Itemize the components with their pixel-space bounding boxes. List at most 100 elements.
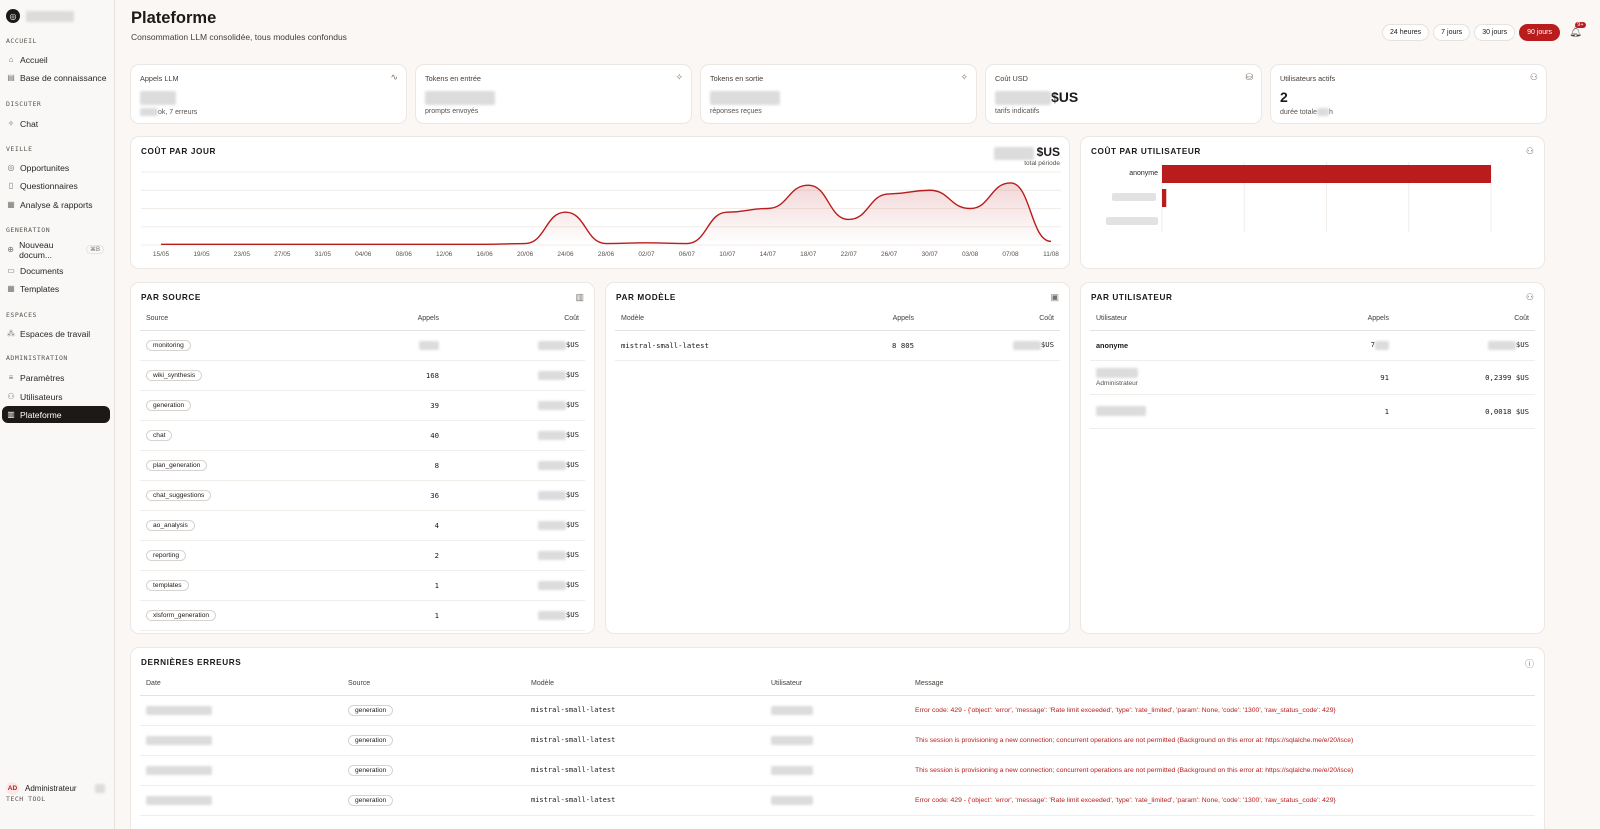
range-button-24-heures[interactable]: 24 heures: [1382, 24, 1430, 41]
calls-cell: 91: [1315, 360, 1395, 395]
cost-redacted: [537, 460, 566, 470]
kpi-unit: $US: [1051, 89, 1079, 105]
users-icon: ⚇: [1529, 72, 1538, 82]
sliders-icon: ≡: [8, 372, 14, 382]
date-cell: [140, 755, 348, 786]
nav-section-label: VEILLE: [6, 145, 33, 153]
table-row: generation mistral-small-latest Error code…: [140, 695, 1535, 726]
model-cell: mistral-small-latest: [615, 330, 840, 361]
sidebar-item-base-de-connaissance[interactable]: ▤ Base de connaissance: [2, 69, 110, 86]
col-source: Source: [348, 673, 531, 696]
sidebar-item-param-tres[interactable]: ≡ Paramètres: [2, 369, 110, 386]
by-model-card: PAR MODÈLE ▣ Modèle Appels Coût mistral-…: [605, 282, 1070, 634]
user-menu[interactable]: AD Administrateur: [6, 782, 105, 795]
calls-cell: 1: [365, 600, 445, 631]
chart-icon: ▥: [7, 409, 15, 419]
source-tag: generation: [348, 734, 394, 746]
notifications-button[interactable]: 🔔︎ 9+: [1569, 22, 1586, 38]
template-icon: ▦: [7, 283, 15, 293]
kpi-value: [140, 89, 176, 106]
sidebar-item-nouveau-docum[interactable]: ⊕ Nouveau docum... ⌘B: [2, 240, 110, 260]
brand[interactable]: ◎: [6, 9, 74, 23]
cost-redacted: [537, 520, 566, 530]
notification-badge: 9+: [1575, 22, 1586, 28]
sidebar-item-templates[interactable]: ▦ Templates: [2, 280, 110, 297]
kpi-sub-text: prompts envoyés: [425, 108, 479, 115]
cost-redacted: [537, 580, 566, 590]
source-tag: chat_suggestions: [146, 489, 212, 501]
user-cell: [771, 725, 915, 756]
kpi-card: Utilisateurs actifs ⚇ 2 durée totale h: [1270, 64, 1547, 124]
x-tick-label: 08/06: [396, 251, 413, 258]
by-model-table: Modèle Appels Coût mistral-small-latest 8…: [615, 308, 1060, 361]
avatar: AD: [6, 782, 19, 795]
sidebar-item-documents[interactable]: ▭ Documents: [2, 262, 110, 279]
date-cell: [140, 725, 348, 756]
sidebar-item-accueil[interactable]: ⌂ Accueil: [2, 51, 110, 68]
cost-cell: $US: [920, 330, 1060, 361]
table-row: anonyme 7 $US: [1090, 330, 1535, 361]
x-tick-label: 19/05: [193, 251, 210, 258]
file-icon: ▯: [8, 180, 14, 190]
kpi-label: Tokens en sortie: [710, 74, 764, 83]
workspace-icon: ⁂: [7, 328, 15, 338]
kpi-label: Appels LLM: [140, 74, 179, 83]
range-button-30-jours[interactable]: 30 jours: [1474, 24, 1516, 41]
col-calls: Appels: [365, 308, 445, 331]
sidebar-item-espaces-de-travail[interactable]: ⁂ Espaces de travail: [2, 325, 110, 342]
sparkle-icon: ✧: [675, 72, 683, 82]
user-role: Administrateur: [1096, 379, 1138, 387]
user-cell: [771, 695, 915, 726]
coins-icon: ⛁: [1245, 72, 1253, 82]
col-source: Source: [140, 308, 365, 331]
range-button-7-jours[interactable]: 7 jours: [1433, 24, 1471, 41]
calls-cell: 8: [365, 450, 445, 481]
by-source-card: PAR SOURCE ▥ Source Appels Coût monitori…: [130, 282, 595, 634]
x-tick-label: 12/06: [436, 251, 453, 258]
table-row: generation mistral-small-latest This sessi…: [140, 755, 1535, 786]
by-user-card: PAR UTILISATEUR ⚇ Utilisateur Appels Coû…: [1080, 282, 1545, 634]
col-cost: Coût: [445, 308, 585, 331]
sidebar-item-label: Plateforme: [20, 409, 62, 420]
sidebar: ◎ ACCUEIL ⌂ Accueil ▤ Base de connaissance DI…: [0, 0, 115, 829]
user-redacted: [1096, 406, 1146, 417]
kpi-card: Coût USD ⛁ $US tarifs indicatifs: [985, 64, 1262, 124]
date-cell: [140, 695, 348, 726]
model-cell: mistral-small-latest: [531, 785, 771, 816]
user-name: Administrateur: [25, 784, 77, 793]
redacted: [1316, 108, 1329, 116]
col-calls: Appels: [1315, 308, 1395, 331]
sidebar-item-label: Chat: [20, 118, 39, 129]
x-tick-label: 30/07: [921, 251, 938, 258]
sidebar-item-chat[interactable]: ✧ Chat: [2, 115, 110, 132]
user-cell: anonyme: [1090, 330, 1315, 361]
cost-cell: $US: [445, 330, 585, 361]
x-tick-label: 06/07: [679, 251, 696, 258]
table-row: 1 0,0018 $US: [1090, 394, 1535, 429]
brand-name-redacted: [26, 10, 74, 22]
user-redacted: [771, 735, 813, 745]
range-button-90-jours[interactable]: 90 jours: [1519, 24, 1560, 41]
kpi-label: Tokens en entrée: [425, 74, 481, 83]
user-action-redacted[interactable]: [94, 784, 105, 793]
calls-cell: 39: [365, 390, 445, 421]
table-row: generation 39 $US: [140, 390, 585, 421]
kpi-value: $US: [995, 89, 1079, 106]
kpi-number: 2: [1280, 89, 1288, 105]
kpi-value-redacted: [995, 91, 1051, 106]
cost-area: [161, 182, 1051, 245]
cost-redacted: [537, 400, 566, 410]
sidebar-item-analyse-rapports[interactable]: ▦ Analyse & rapports: [2, 196, 110, 213]
sidebar-item-questionnaires[interactable]: ▯ Questionnaires: [2, 177, 110, 194]
sidebar-item-plateforme[interactable]: ▥ Plateforme: [2, 406, 110, 423]
x-tick-label: 28/06: [598, 251, 615, 258]
cost-per-day-card: COÛT PAR JOUR $US total période 15/05 19/…: [130, 136, 1070, 269]
sidebar-item-opportunites[interactable]: ◎ Opportunites: [2, 159, 110, 176]
home-icon: ⌂: [8, 54, 14, 64]
target-icon: ◎: [7, 162, 15, 172]
kpi-sub-text: tarifs indicatifs: [995, 108, 1040, 115]
page-subtitle: Consommation LLM consolidée, tous module…: [131, 32, 347, 42]
source-tag: generation: [348, 764, 394, 776]
error-message: Error code: 429 - {'object': 'error', 'm…: [915, 695, 1535, 726]
sidebar-item-utilisateurs[interactable]: ⚇ Utilisateurs: [2, 388, 110, 405]
